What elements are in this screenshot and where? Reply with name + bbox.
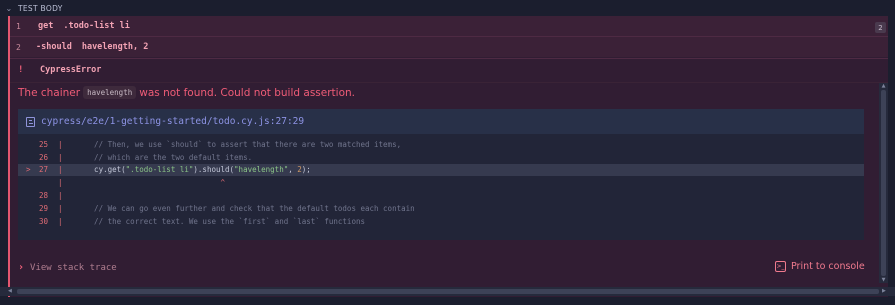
gutter-pipe: | [58,139,63,149]
command-row-get[interactable]: 1 get .todo-list li [10,16,888,36]
code-comment: // which are the two default items. [76,152,253,162]
code-line: 29 | // We can go even further and check … [18,202,864,215]
code-token: , [288,165,298,175]
failed-test-panel: 1 get .todo-list li 2 2 -should haveleng… [8,16,888,297]
code-comment: // We can go even further and check that… [76,203,415,213]
scroll-up-icon[interactable]: ▲ [879,83,888,89]
command-message: havelength, 2 [81,42,149,52]
view-stack-trace-toggle[interactable]: › View stack trace [18,262,117,273]
code-comment: // the correct text. We use the `first` … [76,216,365,226]
print-to-console-label: Print to console [791,261,865,272]
code-line: 26 | // which are the two default items. [18,151,864,164]
scrollbar-thumb[interactable] [17,289,879,294]
scroll-right-icon[interactable]: ▶ [882,287,886,296]
code-frame: cypress/e2e/1-getting-started/todo.cy.js… [18,109,864,240]
code-token: ).should( [193,165,235,175]
code-line: 28 | [18,189,864,202]
chevron-down-icon: ⌄ [5,3,13,13]
print-to-console-button[interactable]: >_ Print to console [775,261,865,272]
command-number: 2 [16,42,21,52]
vertical-scrollbar[interactable]: ▲ ▼ [879,83,888,283]
gutter-pipe: | [58,178,63,188]
chevron-right-icon: › [18,262,25,273]
divider [10,82,888,83]
line-number: 25 [38,139,48,149]
code-token: ); [301,165,311,175]
gutter-pipe: | [58,191,63,201]
line-number: 27 [38,165,48,175]
gutter-pipe: | [58,165,63,175]
test-body-header[interactable]: ⌄ TEST BODY [0,0,895,16]
error-message: The chainer havelength was not found. Co… [18,86,355,99]
error-message-suffix: was not found. Could not build assertion… [139,86,355,99]
code-comment: // Then, we use `should` to assert that … [76,139,402,149]
document-icon [26,116,35,127]
error-caret: ^ [76,178,226,188]
error-header: ! CypressError [10,59,888,81]
command-number: 1 [16,21,21,31]
command-name: -should [36,42,72,52]
code-token: cy.get( [76,165,126,175]
command-message: .todo-list li [63,21,130,31]
scroll-left-icon[interactable]: ◀ [8,287,12,296]
line-number: 29 [38,203,48,213]
code-line: >27 | cy.get(".todo-list li").should("hav… [18,163,864,177]
error-name: CypressError [40,65,102,75]
terminal-icon: >_ [775,261,786,272]
line-number: 30 [38,216,48,226]
scrollbar-thumb[interactable] [881,90,886,276]
code-line: 25 | // Then, we use `should` to assert t… [18,138,864,151]
current-line-marker: > [26,165,31,175]
code-frame-header: cypress/e2e/1-getting-started/todo.cy.js… [18,109,864,134]
code-line: | ^ [18,176,864,189]
gutter-pipe: | [58,216,63,226]
scroll-down-icon[interactable]: ▼ [879,277,888,283]
command-name: get [38,21,54,31]
error-message-prefix: The chainer [18,86,81,99]
code-token: ".todo-list li" [125,165,194,175]
command-row-should[interactable]: 2 -should havelength, 2 [10,37,888,57]
file-path-link[interactable]: cypress/e2e/1-getting-started/todo.cy.js… [41,116,304,127]
horizontal-scrollbar[interactable]: ◀ ▶ [0,287,895,296]
code-token: "havelength" [234,165,289,175]
stack-trace-label: View stack trace [30,262,117,273]
line-number: 26 [38,152,48,162]
gutter-pipe: | [58,203,63,213]
code-line: 30 | // the correct text. We use the `fir… [18,215,864,228]
section-title: TEST BODY [18,3,63,13]
error-message-code: havelength [83,86,137,99]
error-alert-icon: ! [18,65,24,75]
line-number: 28 [38,191,48,201]
command-count-badge: 2 [875,22,886,33]
code-lines: 25 | // Then, we use `should` to assert t… [18,138,864,228]
gutter-pipe: | [58,152,63,162]
